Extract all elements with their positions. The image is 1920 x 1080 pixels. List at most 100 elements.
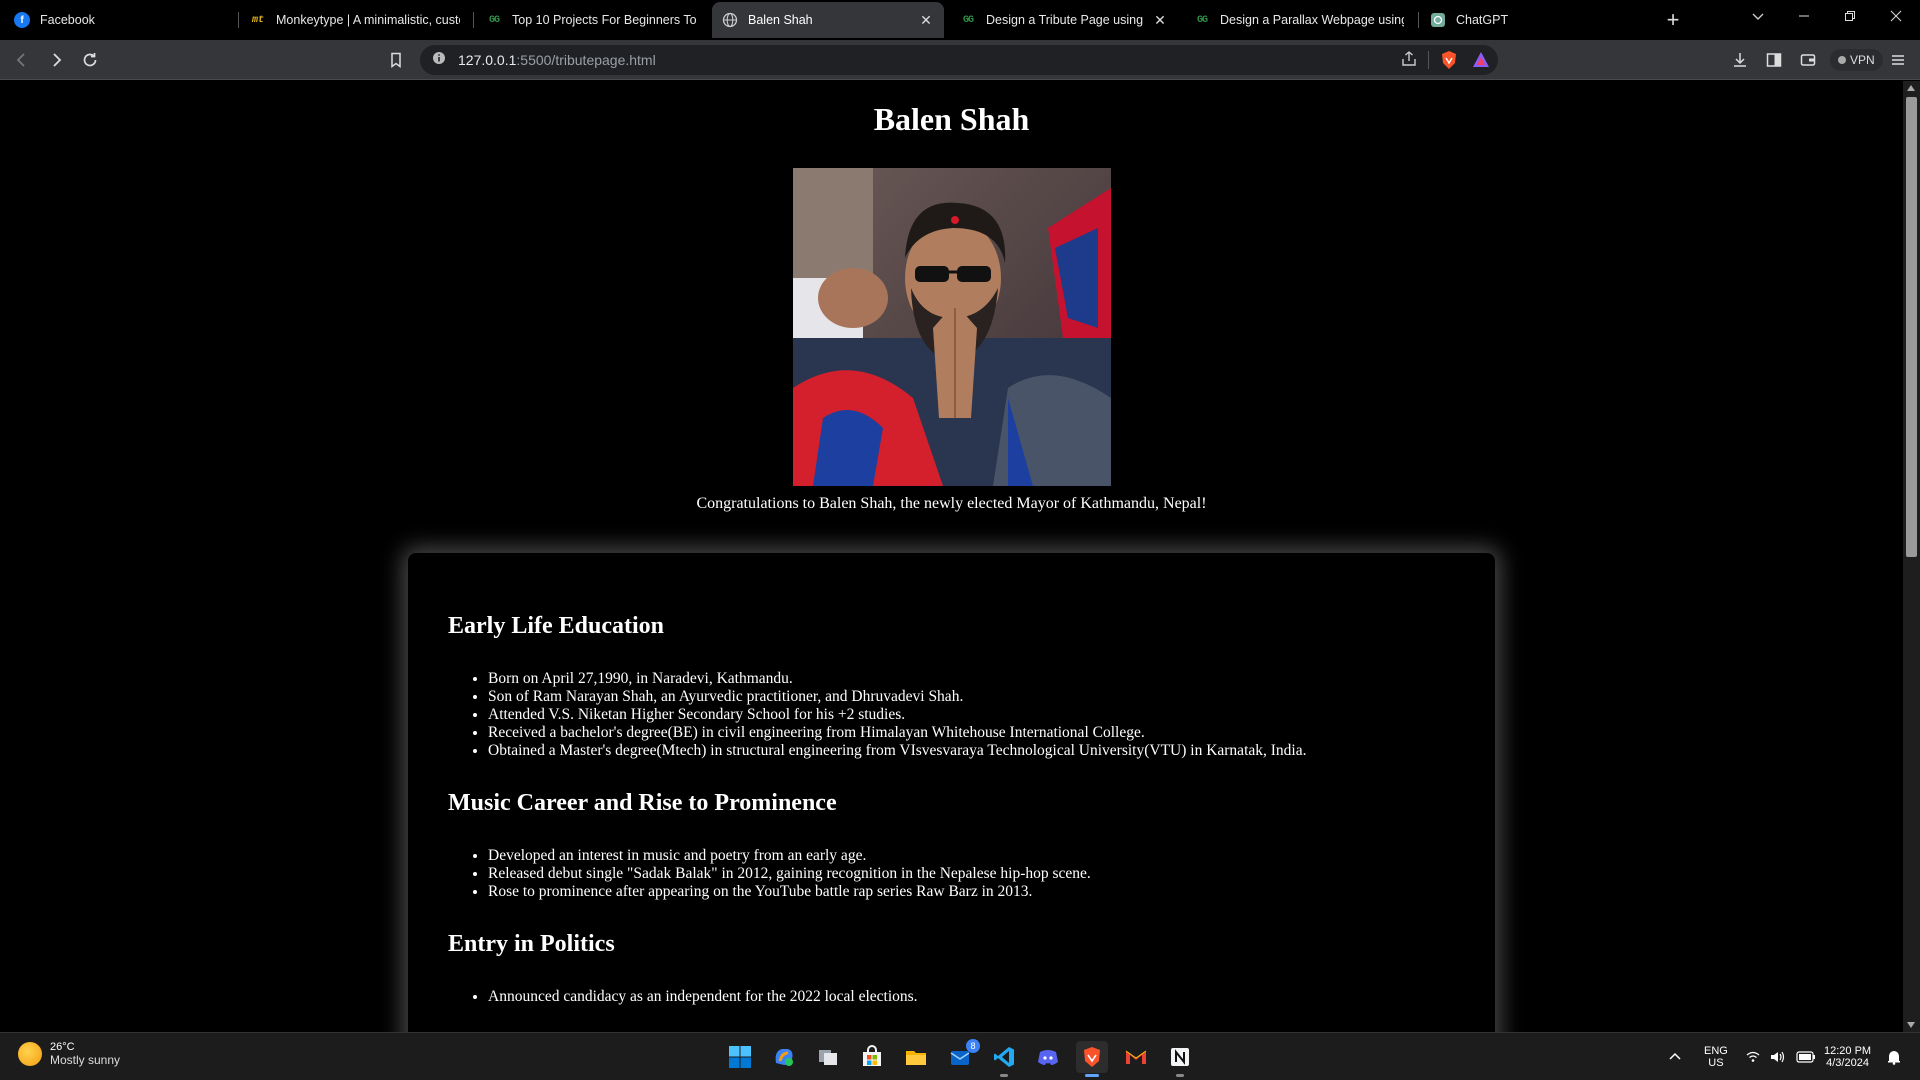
- menu-icon[interactable]: [1884, 46, 1912, 74]
- tribute-info-card: Early Life Education Born on April 27,19…: [408, 553, 1495, 1032]
- close-icon[interactable]: ✕: [1152, 12, 1168, 28]
- task-view-icon[interactable]: [812, 1041, 844, 1073]
- mail-badge: 8: [966, 1039, 980, 1053]
- list-item: Developed an interest in music and poetr…: [488, 847, 1455, 865]
- tab-chatgpt[interactable]: ChatGPT: [1420, 2, 1640, 38]
- keyboard-region: US: [1708, 1057, 1724, 1069]
- brave-browser-icon[interactable]: [1076, 1041, 1108, 1077]
- tab-facebook[interactable]: f Facebook: [4, 2, 234, 38]
- scroll-up-arrow-icon[interactable]: [1907, 85, 1915, 91]
- browser-toolbar: 127.0.0.1:5500/tributepage.html VPN: [0, 40, 1920, 80]
- clock-time: 12:20 PM: [1824, 1045, 1872, 1057]
- microsoft-store-icon[interactable]: [856, 1041, 888, 1073]
- list-item: Obtained a Master's degree(Mtech) in str…: [488, 742, 1455, 760]
- address-bar[interactable]: 127.0.0.1:5500/tributepage.html: [420, 45, 1498, 75]
- portrait-image: [793, 168, 1111, 486]
- weather-widget[interactable]: 26°C Mostly sunny: [18, 1041, 120, 1067]
- brave-rewards-icon[interactable]: [1472, 51, 1490, 74]
- downloads-icon[interactable]: [1726, 46, 1754, 74]
- list-item: Received a bachelor's degree(BE) in civi…: [488, 724, 1455, 742]
- show-hidden-icons-chevron-icon[interactable]: [1668, 1033, 1682, 1080]
- chatgpt-icon: [1430, 12, 1446, 28]
- portrait-caption: Congratulations to Balen Shah, the newly…: [696, 495, 1207, 512]
- language-code: ENG: [1704, 1045, 1728, 1057]
- section-heading-early-life: Early Life Education: [448, 613, 665, 639]
- tab-balen-shah[interactable]: Balen Shah ✕: [712, 2, 944, 38]
- geeksforgeeks-icon: GG: [488, 14, 500, 26]
- url-host: 127.0.0.1: [458, 52, 517, 68]
- tab-title: Monkeytype | A minimalistic, custom: [276, 13, 460, 27]
- active-indicator: [1085, 1074, 1099, 1077]
- vscode-icon[interactable]: [988, 1041, 1020, 1077]
- vpn-button[interactable]: VPN: [1830, 49, 1883, 71]
- running-indicator: [1176, 1074, 1184, 1077]
- language-indicator[interactable]: ENG US: [1704, 1033, 1728, 1080]
- volume-icon: [1771, 1051, 1785, 1063]
- restore-button[interactable]: [1827, 0, 1873, 32]
- mail-icon[interactable]: 8: [944, 1039, 980, 1073]
- windows-taskbar: 26°C Mostly sunny 8 ENG US 12:20 PM 4/3/…: [0, 1032, 1920, 1080]
- url-text: 127.0.0.1:5500/tributepage.html: [458, 52, 656, 68]
- notification-bell-icon[interactable]: [1886, 1033, 1902, 1080]
- section-heading-music-career: Music Career and Rise to Prominence: [448, 790, 837, 816]
- tab-title: Top 10 Projects For Beginners To Pra: [512, 13, 696, 27]
- wifi-icon: [1746, 1051, 1760, 1062]
- discord-icon[interactable]: [1032, 1041, 1064, 1073]
- tab-separator: [1418, 12, 1419, 28]
- scrollbar-thumb[interactable]: [1906, 97, 1917, 557]
- vpn-label: VPN: [1850, 53, 1875, 67]
- music-career-list: Developed an interest in music and poetr…: [488, 847, 1455, 901]
- close-window-button[interactable]: [1873, 0, 1919, 32]
- list-item: Son of Ram Narayan Shah, an Ayurvedic pr…: [488, 688, 1455, 706]
- minimize-button[interactable]: [1781, 0, 1827, 32]
- close-icon[interactable]: ✕: [918, 12, 934, 28]
- section-heading-politics: Entry in Politics: [448, 931, 615, 957]
- page-viewport: Balen Shah Congratulations to Balen Shah…: [0, 81, 1903, 1032]
- list-item: Born on April 27,1990, in Naradevi, Kath…: [488, 670, 1455, 688]
- reload-button[interactable]: [76, 46, 104, 74]
- page-scrollbar[interactable]: [1903, 81, 1920, 1032]
- tab-title: Facebook: [40, 13, 95, 27]
- early-life-list: Born on April 27,1990, in Naradevi, Kath…: [488, 670, 1455, 760]
- tab-title: ChatGPT: [1456, 13, 1509, 27]
- start-button[interactable]: [724, 1041, 756, 1073]
- share-icon[interactable]: [1400, 50, 1418, 73]
- file-explorer-icon[interactable]: [900, 1041, 932, 1073]
- tab-search-chevron-icon[interactable]: [1735, 0, 1781, 32]
- forward-button[interactable]: [42, 46, 70, 74]
- tab-parallax-webpage[interactable]: GG Design a Parallax Webpage using H: [1184, 2, 1414, 38]
- wallet-icon[interactable]: [1794, 46, 1822, 74]
- sidebar-icon[interactable]: [1760, 46, 1788, 74]
- sunny-weather-icon: [18, 1042, 42, 1066]
- notion-icon[interactable]: [1164, 1041, 1196, 1077]
- scroll-down-arrow-icon[interactable]: [1907, 1022, 1915, 1028]
- monkeytype-icon: mt: [251, 14, 264, 26]
- geeksforgeeks-icon: GG: [962, 14, 974, 26]
- tab-separator: [473, 12, 474, 28]
- tab-tribute-page[interactable]: GG Design a Tribute Page using HT ✕: [950, 2, 1178, 38]
- tab-title: Design a Parallax Webpage using H: [1220, 13, 1404, 27]
- clock[interactable]: 12:20 PM 4/3/2024: [1824, 1033, 1871, 1080]
- system-status-icons[interactable]: [1746, 1033, 1816, 1080]
- tab-monkeytype[interactable]: mt Monkeytype | A minimalistic, custom: [240, 2, 470, 38]
- gmail-icon[interactable]: [1120, 1041, 1152, 1073]
- back-button[interactable]: [8, 46, 36, 74]
- running-indicator: [1000, 1074, 1008, 1077]
- brave-shields-icon[interactable]: [1440, 50, 1458, 75]
- list-item: Rose to prominence after appearing on th…: [488, 883, 1455, 901]
- tab-title: Design a Tribute Page using HT: [986, 13, 1144, 27]
- geeksforgeeks-icon: GG: [1196, 14, 1208, 26]
- battery-icon: [1796, 1051, 1815, 1063]
- politics-list: Announced candidacy as an independent fo…: [488, 988, 1455, 1006]
- vpn-status-icon: [1838, 56, 1846, 64]
- copilot-icon[interactable]: [768, 1041, 800, 1073]
- new-tab-button[interactable]: +: [1650, 4, 1696, 36]
- page-title: Balen Shah: [873, 101, 1030, 137]
- globe-icon: [722, 12, 738, 28]
- tab-top-10-projects[interactable]: GG Top 10 Projects For Beginners To Pra: [476, 2, 706, 38]
- bookmark-icon[interactable]: [382, 46, 410, 74]
- weather-temperature: 26°C: [50, 1041, 75, 1053]
- weather-condition: Mostly sunny: [50, 1053, 121, 1067]
- site-info-icon[interactable]: [432, 51, 446, 70]
- facebook-icon: f: [14, 12, 30, 28]
